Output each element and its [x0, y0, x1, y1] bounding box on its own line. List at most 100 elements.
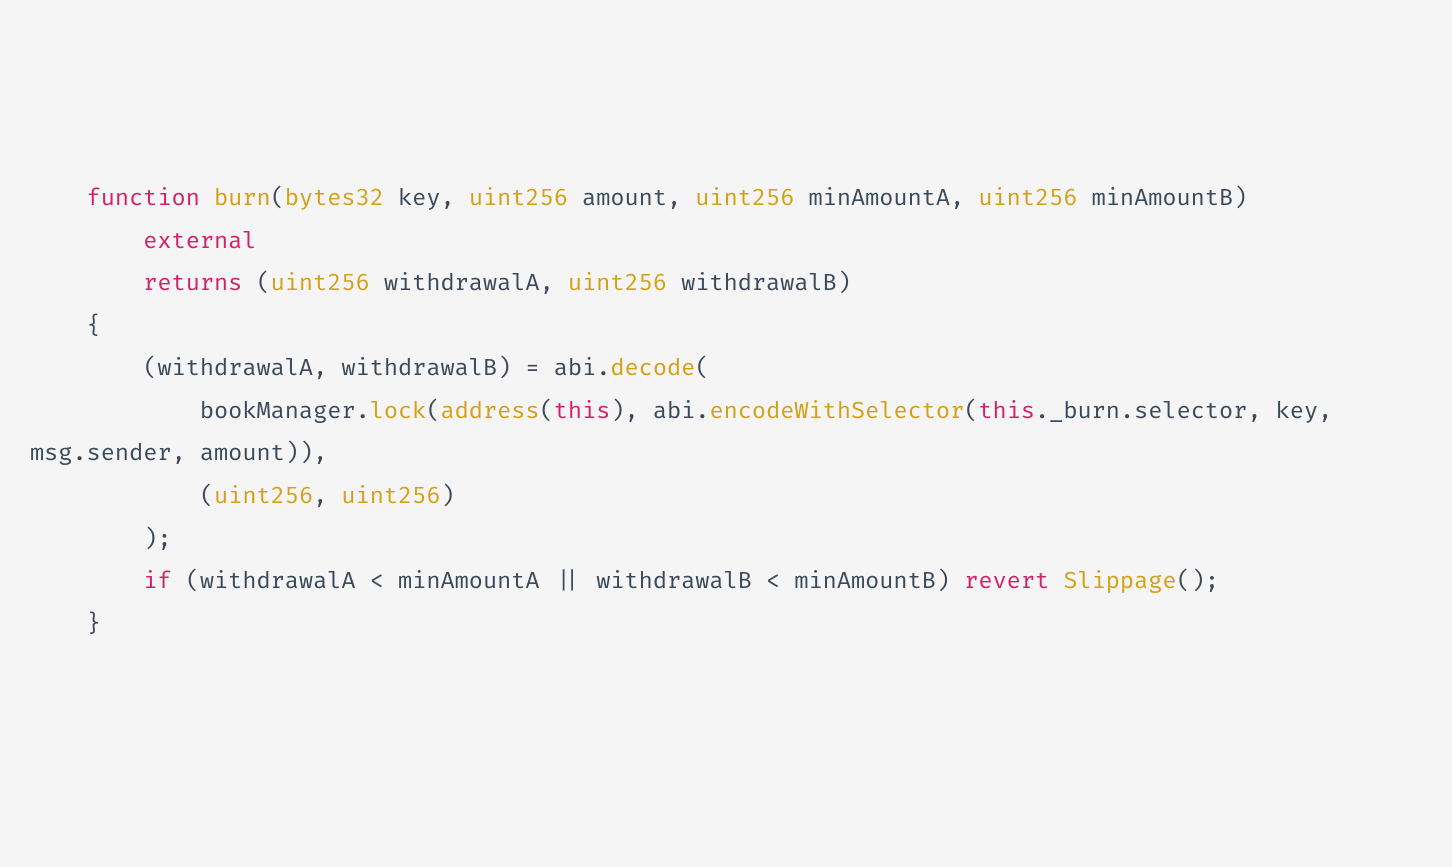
code-token: address — [441, 398, 540, 426]
code-token: ; — [157, 526, 171, 554]
code-token: < — [370, 568, 384, 596]
code-token — [681, 185, 695, 213]
code-token: ( — [271, 185, 285, 213]
code-token — [964, 185, 978, 213]
code-token — [30, 483, 200, 511]
code-token: , — [313, 355, 327, 383]
code-token: ( — [186, 568, 200, 596]
code-token: uint256 — [695, 185, 794, 213]
code-token: minAmountB — [780, 568, 936, 596]
code-token: , — [540, 270, 554, 298]
code-token: minAmountA — [794, 185, 950, 213]
code-token — [30, 185, 87, 213]
code-token: withdrawalA — [200, 568, 370, 596]
code-token — [30, 313, 87, 341]
code-token: ( — [200, 483, 214, 511]
code-token — [172, 568, 186, 596]
code-token: ) — [1233, 185, 1247, 213]
code-token: withdrawalB — [667, 270, 837, 298]
code-token: . — [1035, 398, 1049, 426]
code-token: ) — [936, 568, 950, 596]
code-token: Slippage — [1063, 568, 1176, 596]
code-token: uint256 — [214, 483, 313, 511]
code-token: ) — [610, 398, 624, 426]
code-token — [455, 185, 469, 213]
code-token — [30, 355, 143, 383]
code-token: key — [384, 185, 441, 213]
code-token: uint256 — [341, 483, 440, 511]
code-token: minAmountB — [1077, 185, 1233, 213]
code-token: withdrawalB — [582, 568, 766, 596]
code-token: withdrawalA — [157, 355, 313, 383]
code-token — [30, 568, 143, 596]
code-token: . — [596, 355, 610, 383]
code-token: if — [143, 568, 171, 596]
code-token: , — [441, 185, 455, 213]
code-token: ) — [497, 355, 511, 383]
code-token: uint256 — [568, 270, 667, 298]
code-token: ( — [964, 398, 978, 426]
code-token: key — [1262, 398, 1319, 426]
code-token — [30, 270, 143, 298]
code-token: abi — [639, 398, 696, 426]
code-token: abi — [540, 355, 597, 383]
code-token: . — [1120, 398, 1134, 426]
code-token: , — [313, 483, 327, 511]
code-token: sender — [87, 440, 172, 468]
code-token: minAmountA — [384, 568, 554, 596]
code-token: () — [1177, 568, 1205, 596]
code-token — [327, 483, 341, 511]
code-token: } — [87, 611, 101, 639]
code-token: = — [525, 355, 539, 383]
code-token: bookManager — [30, 398, 356, 426]
code-token: ( — [256, 270, 270, 298]
code-token: external — [143, 228, 256, 256]
code-token: , — [667, 185, 681, 213]
code-token — [30, 611, 87, 639]
code-token: function — [87, 185, 200, 213]
code-token — [30, 526, 143, 554]
code-token: uint256 — [469, 185, 568, 213]
code-token — [242, 270, 256, 298]
code-token: ( — [426, 398, 440, 426]
code-token: withdrawalB — [327, 355, 497, 383]
code-token: ( — [143, 355, 157, 383]
code-token: )) — [285, 440, 313, 468]
code-token — [950, 568, 964, 596]
code-token: uint256 — [271, 270, 370, 298]
code-token: ( — [695, 355, 709, 383]
code-token: amount — [186, 440, 285, 468]
code-token: withdrawalA — [370, 270, 540, 298]
code-token: , — [1318, 398, 1332, 426]
code-token: , — [1247, 398, 1261, 426]
code-token — [1049, 568, 1063, 596]
code-token: burn — [214, 185, 271, 213]
code-snippet: function burn(bytes32 key, uint256 amoun… — [30, 178, 1422, 646]
code-token: uint256 — [978, 185, 1077, 213]
code-token: ) — [837, 270, 851, 298]
code-token: encodeWithSelector — [709, 398, 964, 426]
code-token: , — [950, 185, 964, 213]
code-token: , — [313, 440, 327, 468]
code-token: bytes32 — [285, 185, 384, 213]
code-token: ( — [540, 398, 554, 426]
code-token: . — [695, 398, 709, 426]
code-token: lock — [370, 398, 427, 426]
code-token: ) — [440, 483, 454, 511]
code-token: amount — [568, 185, 667, 213]
code-token: . — [356, 398, 370, 426]
code-token: ) — [143, 526, 157, 554]
code-token: || — [554, 568, 582, 596]
code-token: < — [766, 568, 780, 596]
code-token: . — [72, 440, 86, 468]
code-token: _burn — [1049, 398, 1120, 426]
code-token: this — [978, 398, 1035, 426]
code-token — [554, 270, 568, 298]
code-token: returns — [143, 270, 242, 298]
code-token: selector — [1134, 398, 1247, 426]
code-token — [30, 228, 143, 256]
code-token: , — [172, 440, 186, 468]
code-token — [200, 185, 214, 213]
code-token — [511, 355, 525, 383]
code-token: decode — [610, 355, 695, 383]
